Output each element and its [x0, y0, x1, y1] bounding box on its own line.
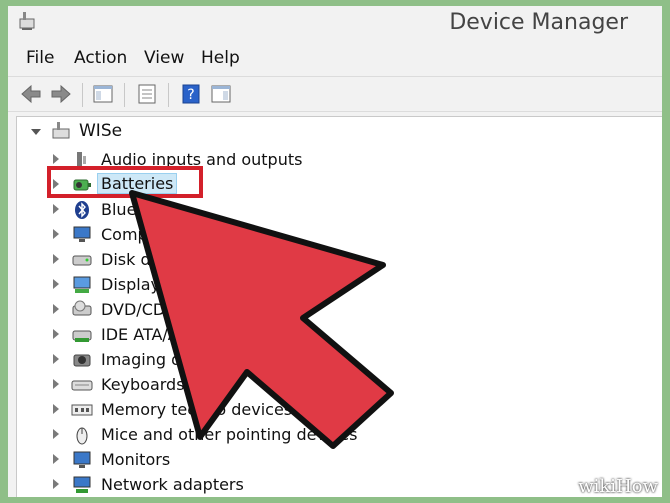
display-adapter-icon — [73, 276, 91, 293]
window-title: Device Manager — [449, 10, 628, 35]
expand-arrow-icon[interactable] — [53, 354, 59, 364]
tree-item-label: Keyboards — [101, 375, 185, 394]
device-manager-window: Device Manager File Action View Help ? W… — [8, 6, 662, 497]
menu-file[interactable]: File — [26, 48, 54, 68]
device-manager-app-icon — [19, 12, 35, 30]
expand-arrow-icon[interactable] — [53, 254, 59, 264]
keyboard-icon — [71, 380, 93, 391]
console-tree-icon[interactable] — [92, 83, 114, 105]
camera-icon — [73, 354, 91, 367]
help-icon[interactable]: ? — [180, 83, 202, 105]
tree-item-label: Comp — [101, 225, 148, 244]
tree-item-label: Memory techno devices — [101, 400, 293, 419]
svg-text:?: ? — [187, 87, 194, 103]
monitor-icon — [73, 451, 91, 468]
menu-bar: File Action View Help — [8, 42, 662, 74]
back-icon[interactable] — [20, 83, 42, 105]
menu-action[interactable]: Action — [74, 48, 127, 68]
tree-root-label: WISe — [79, 121, 123, 141]
expand-arrow-icon[interactable] — [53, 304, 59, 314]
tree-item-label: IDE ATA/AT — [101, 325, 188, 344]
expand-arrow-icon[interactable] — [53, 429, 59, 439]
menu-help[interactable]: Help — [201, 48, 240, 68]
tree-item-label: Disk dr — [101, 250, 158, 269]
expand-arrow-icon[interactable] — [53, 279, 59, 289]
expand-arrow-icon[interactable] — [53, 454, 59, 464]
computer-root-icon — [52, 122, 70, 139]
toolbar: ? — [8, 76, 662, 112]
tree-item-label: Blue — [101, 200, 137, 219]
network-adapter-icon — [73, 476, 91, 493]
tree-item-label: Mice and other pointing devices — [101, 425, 358, 444]
disk-drive-icon — [72, 255, 92, 266]
expand-arrow-icon[interactable] — [53, 379, 59, 389]
expand-arrow-icon[interactable] — [53, 479, 59, 489]
expand-arrow-icon[interactable] — [53, 329, 59, 339]
title-bar: Device Manager — [8, 6, 662, 40]
expand-arrow-icon[interactable] — [53, 229, 59, 239]
tree-item-label: DVD/CD-R — [101, 300, 183, 319]
tree-item-label: Monitors — [101, 450, 171, 469]
properties-icon[interactable] — [136, 83, 158, 105]
watermark: wikiHow — [578, 476, 658, 497]
expand-arrow-icon[interactable] — [53, 154, 59, 164]
toolbar-separator — [124, 83, 125, 107]
expand-arrow-icon[interactable] — [53, 404, 59, 414]
dvd-drive-icon — [72, 300, 92, 316]
memory-icon — [71, 404, 93, 416]
computer-icon — [73, 226, 91, 242]
tree-item-label: Imaging devic — [101, 350, 214, 369]
toolbar-separator — [82, 83, 83, 107]
collapse-arrow-icon[interactable] — [31, 129, 41, 135]
menu-view[interactable]: View — [144, 48, 184, 68]
action-pane-icon[interactable] — [210, 83, 232, 105]
device-tree: WISe Audio inputs and outputs Batteries … — [16, 116, 662, 497]
toolbar-separator — [168, 83, 169, 107]
tree-item-label: Display a — [101, 275, 175, 294]
ide-controller-icon — [72, 330, 92, 342]
tree-item-label: Network adapters — [101, 475, 244, 494]
mouse-icon — [76, 427, 88, 445]
bluetooth-icon — [75, 201, 89, 219]
highlight-box — [47, 166, 203, 198]
expand-arrow-icon[interactable] — [53, 204, 59, 214]
forward-icon[interactable] — [50, 83, 72, 105]
